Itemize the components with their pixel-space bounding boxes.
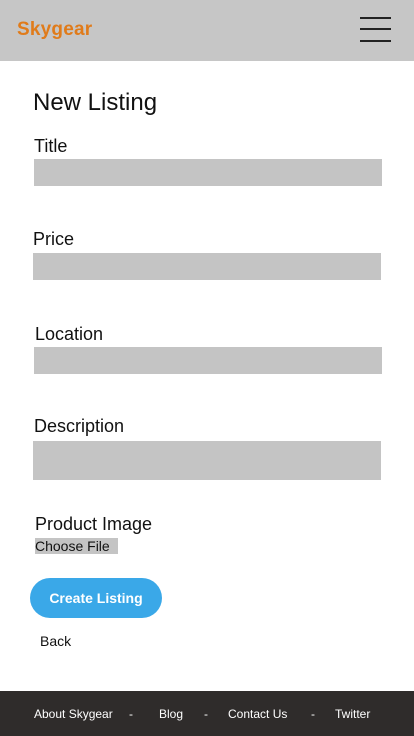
footer: About Skygear - Blog - Contact Us - Twit… — [0, 691, 414, 736]
page-title: New Listing — [33, 89, 158, 116]
brand-logo[interactable]: Skygear — [17, 19, 92, 41]
footer-separator: - — [204, 707, 208, 721]
footer-link-blog[interactable]: Blog — [159, 707, 183, 721]
title-input[interactable] — [34, 159, 382, 186]
location-input[interactable] — [34, 347, 382, 374]
description-label: Description — [34, 416, 125, 436]
footer-separator: - — [311, 707, 315, 721]
menu-bar-bottom — [360, 40, 391, 42]
product-image-label: Product Image — [35, 514, 153, 534]
price-input[interactable] — [33, 253, 381, 280]
footer-separator: - — [129, 707, 133, 721]
choose-file-button[interactable]: Choose File — [35, 538, 118, 554]
title-label: Title — [34, 136, 68, 156]
footer-link-about[interactable]: About Skygear — [34, 707, 113, 721]
location-label: Location — [35, 324, 104, 344]
description-textarea[interactable] — [33, 441, 381, 480]
price-label: Price — [33, 229, 75, 249]
footer-link-twitter[interactable]: Twitter — [335, 707, 370, 721]
menu-bar-middle — [360, 28, 391, 30]
menu-bar-top — [360, 17, 391, 19]
hamburger-menu-icon[interactable] — [360, 16, 391, 42]
footer-link-contact[interactable]: Contact Us — [228, 707, 287, 721]
app-header: Skygear — [0, 0, 414, 61]
back-link[interactable]: Back — [40, 633, 71, 649]
create-listing-button[interactable]: Create Listing — [30, 578, 162, 618]
